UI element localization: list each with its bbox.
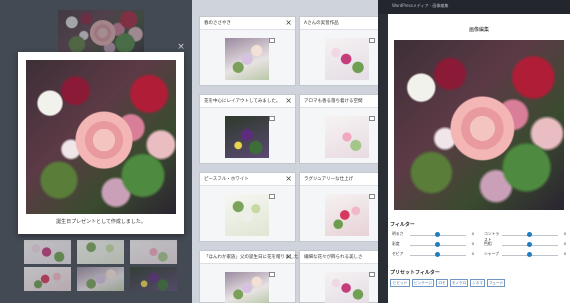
card-image[interactable] xyxy=(325,116,369,158)
slider-knob[interactable] xyxy=(527,252,532,257)
slider-knob[interactable] xyxy=(435,232,440,237)
editor-image xyxy=(394,40,564,210)
gallery-thumbnail[interactable] xyxy=(77,267,124,291)
slider-label: 明るさ xyxy=(392,231,404,236)
gallery-thumbnail[interactable] xyxy=(24,267,71,291)
preset-button[interactable]: モノクロ xyxy=(450,279,468,287)
card-close-icon[interactable]: × xyxy=(285,252,292,261)
preset-button[interactable]: ビビッド xyxy=(390,279,410,287)
card-title: 春のささやき xyxy=(204,21,231,26)
lightbox-modal: 誕生日プレゼントとして作成しました。 xyxy=(18,52,184,234)
slider-value: 0 xyxy=(563,231,566,236)
lightbox-caption: 誕生日プレゼントとして作成しました。 xyxy=(56,219,146,225)
card-title: ラグジュアリーな仕上げ xyxy=(304,177,354,182)
image-badge-icon xyxy=(269,116,275,121)
image-badge-icon xyxy=(269,194,275,199)
brightness-slider[interactable]: 明るさ 0 xyxy=(392,231,474,239)
editor-sidebar-strip xyxy=(378,14,388,303)
preset-section-title: プリセットフィルター xyxy=(390,270,440,276)
gallery-thumbnail[interactable] xyxy=(58,10,144,54)
modal-close-icon[interactable]: × xyxy=(176,42,186,52)
sepia-slider[interactable]: セピア 0 xyxy=(392,251,474,259)
card-title: 繊細な花々が飾られる美しさ xyxy=(304,255,363,260)
card-title: 花を中心にレイアウトしてみました。 xyxy=(204,99,281,104)
slider-label: セピア xyxy=(392,251,404,256)
gallery-card[interactable]: 「ほんわか家族」父の誕生日に花を贈りました。 × xyxy=(199,250,303,303)
gallery-card[interactable]: 花を中心にレイアウトしてみました。 × xyxy=(199,94,296,164)
slider-value: 0 xyxy=(471,241,474,246)
slider-label: 彩度 xyxy=(392,241,400,246)
card-close-icon[interactable]: × xyxy=(285,174,292,183)
editor-topbar: WordPressメディア · 画像編集 xyxy=(378,0,570,14)
image-badge-icon xyxy=(369,38,375,43)
gallery-card[interactable]: ピースフル・ホワイト × xyxy=(199,172,296,242)
screen: × 誕生日プレゼントとして作成しました。 春のささやき × Aさんの実習作品 × 花… xyxy=(0,0,570,303)
gallery-thumbnail[interactable] xyxy=(130,267,177,291)
slider-value: 0 xyxy=(471,251,474,256)
contrast-slider[interactable]: コントラスト 0 xyxy=(484,231,566,242)
gallery-card[interactable]: 春のささやき × xyxy=(199,16,296,86)
image-badge-icon xyxy=(269,38,275,43)
gallery-thumbnail[interactable] xyxy=(24,240,71,264)
card-title: ピースフル・ホワイト xyxy=(204,177,249,182)
topbar-text: WordPressメディア · 画像編集 xyxy=(392,3,449,8)
card-close-icon[interactable]: × xyxy=(285,18,292,27)
filter-section-title: フィルター xyxy=(390,222,415,228)
preset-button[interactable]: ビンテージ xyxy=(412,279,434,287)
slider-value: 0 xyxy=(471,231,474,236)
preset-button[interactable]: シネマ xyxy=(470,279,485,287)
card-image[interactable] xyxy=(325,194,369,236)
card-image[interactable] xyxy=(225,116,269,158)
card-image[interactable] xyxy=(225,194,269,236)
slider-knob[interactable] xyxy=(527,242,532,247)
lightbox-image xyxy=(26,60,176,214)
sharpen-slider[interactable]: シャープ 0 xyxy=(484,251,566,259)
hue-slider[interactable]: 色相 0 xyxy=(484,241,566,249)
slider-knob[interactable] xyxy=(435,252,440,257)
image-badge-icon xyxy=(269,272,275,277)
editor-title: 画像編集 xyxy=(468,27,489,33)
card-image[interactable] xyxy=(325,272,369,303)
gallery-thumbnail[interactable] xyxy=(130,240,177,264)
saturation-slider[interactable]: 彩度 0 xyxy=(392,241,474,249)
card-image[interactable] xyxy=(325,38,369,80)
slider-knob[interactable] xyxy=(527,232,532,237)
card-image[interactable] xyxy=(225,272,269,303)
preset-filter-row: ビビッド ビンテージ ロモ モノクロ シネマ フェード xyxy=(388,279,570,288)
image-badge-icon xyxy=(369,272,375,277)
preset-button[interactable]: ロモ xyxy=(436,279,448,287)
slider-label: 色相 xyxy=(484,241,492,246)
gallery-thumbnail[interactable] xyxy=(77,240,124,264)
gallery-thumbnails xyxy=(24,240,184,303)
image-badge-icon xyxy=(369,194,375,199)
slider-value: 0 xyxy=(563,251,566,256)
preset-button[interactable]: フェード xyxy=(487,279,505,287)
image-badge-icon xyxy=(369,116,375,121)
slider-value: 0 xyxy=(563,241,566,246)
card-grid: 春のささやき × Aさんの実習作品 × 花を中心にレイアウトしてみました。 × アロマ… xyxy=(192,0,396,303)
image-editor-panel: 画像編集 フィルター 明るさ 0 彩度 0 セピア 0 コントラスト 0 色相 … xyxy=(388,14,570,303)
card-title: アロマも香る落ち着ける空間 xyxy=(304,99,363,104)
card-image[interactable] xyxy=(225,38,269,80)
slider-label: シャープ xyxy=(484,251,499,256)
card-title: Aさんの実習作品 xyxy=(304,21,339,26)
card-close-icon[interactable]: × xyxy=(285,96,292,105)
slider-knob[interactable] xyxy=(435,242,440,247)
